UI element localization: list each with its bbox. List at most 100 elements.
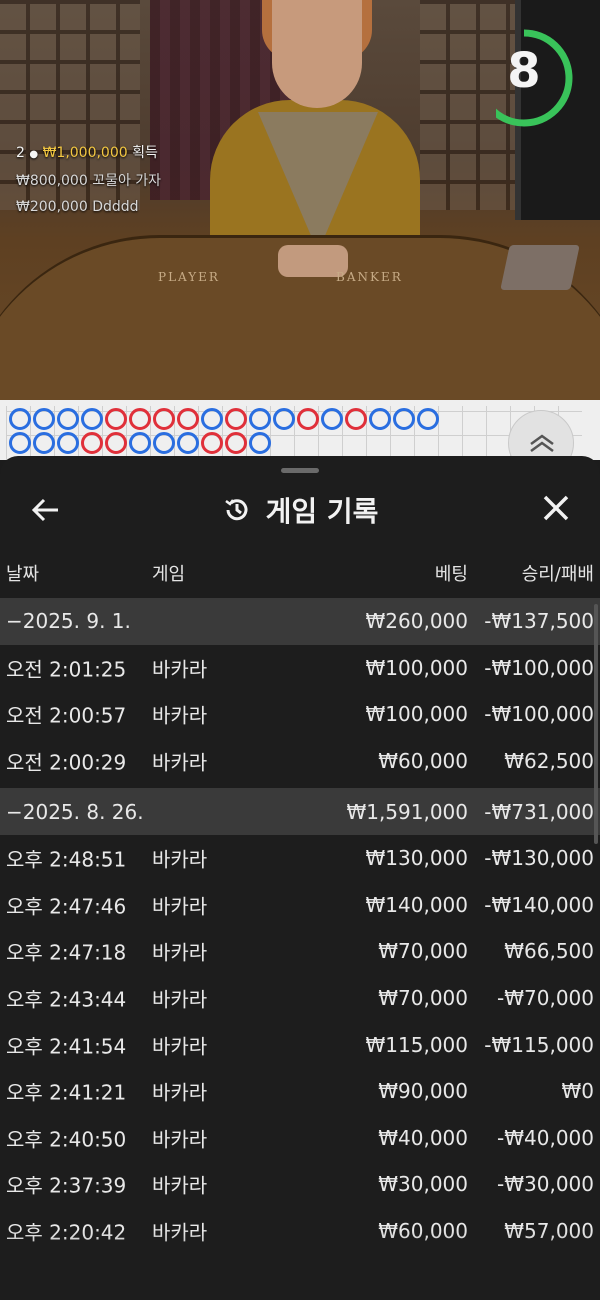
row-bet: ₩260,000 [365, 609, 468, 634]
row-result: ₩0 [561, 1079, 595, 1104]
row-bet: ₩70,000 [378, 939, 468, 964]
history-row[interactable]: 오후 2:41:54 바카라 ₩115,000 -₩115,000 [0, 1021, 600, 1068]
row-bet: ₩100,000 [365, 702, 468, 727]
player-bead [57, 408, 79, 430]
row-bet: ₩40,000 [378, 1125, 468, 1150]
row-result: -₩731,000 [484, 799, 594, 824]
row-result: -₩130,000 [484, 846, 594, 871]
row-date: 오후 2:47:18 [6, 940, 127, 965]
row-game: 바카라 [152, 750, 208, 775]
row-bet: ₩30,000 [378, 1172, 468, 1197]
timer-value: 8 [507, 43, 541, 99]
history-row[interactable]: 오후 2:41:21 바카라 ₩90,000 ₩0 [0, 1068, 600, 1115]
column-bet: 베팅 [434, 564, 468, 585]
row-game: 바카라 [152, 1034, 208, 1059]
player-bead [81, 408, 103, 430]
row-bet: ₩70,000 [378, 986, 468, 1011]
row-result: -₩40,000 [497, 1125, 594, 1150]
history-row[interactable]: 오후 2:48:51 바카라 ₩130,000 -₩130,000 [0, 835, 600, 882]
banker-bead [105, 408, 127, 430]
banker-bead [225, 432, 247, 454]
player-bead [273, 408, 295, 430]
column-game: 게임 [152, 564, 186, 585]
player-bead [153, 432, 175, 454]
close-button[interactable] [538, 490, 574, 526]
player-bead [417, 408, 439, 430]
row-result: -₩100,000 [484, 655, 594, 680]
row-bet: ₩100,000 [365, 655, 468, 680]
history-row[interactable]: 오후 2:47:46 바카라 ₩140,000 -₩140,000 [0, 882, 600, 929]
winner-rank: 2 [16, 145, 25, 161]
history-row[interactable]: 오후 2:40:50 바카라 ₩40,000 -₩40,000 [0, 1115, 600, 1162]
history-row[interactable]: 오후 2:20:42 바카라 ₩60,000 ₩57,000 [0, 1208, 600, 1255]
winner-amount: ₩200,000 [16, 199, 88, 215]
history-row[interactable]: 오후 2:43:44 바카라 ₩70,000 -₩70,000 [0, 975, 600, 1022]
sheet-drag-handle[interactable] [281, 468, 319, 473]
row-date: 오전 2:01:25 [6, 657, 127, 682]
winner-amount: ₩1,000,000 [42, 145, 128, 161]
sheet-title-text: 게임 기록 [265, 495, 379, 528]
history-row[interactable]: 오후 2:37:39 바카라 ₩30,000 -₩30,000 [0, 1161, 600, 1208]
row-result: ₩66,500 [504, 939, 594, 964]
player-bead [249, 432, 271, 454]
row-bet: ₩130,000 [365, 846, 468, 871]
row-bet: ₩140,000 [365, 892, 468, 917]
winner-name: Ddddd [92, 199, 139, 215]
banker-bead [177, 408, 199, 430]
scrollbar[interactable] [594, 604, 598, 844]
row-date: 오후 2:20:42 [6, 1220, 127, 1245]
winner-amount: ₩800,000 [16, 173, 88, 189]
player-label: PLAYER [158, 270, 220, 284]
winner-name: 꼬물아 가자 [92, 173, 162, 189]
row-result: -₩115,000 [484, 1032, 594, 1057]
row-bet: ₩90,000 [378, 1079, 468, 1104]
banker-bead [297, 408, 319, 430]
row-date: 오전 2:00:57 [6, 703, 127, 728]
player-bead [177, 432, 199, 454]
row-game: 바카라 [152, 987, 208, 1012]
winner-suffix: 획득 [132, 145, 158, 161]
card-shoe [500, 245, 580, 290]
chevron-up-icon [530, 434, 554, 453]
date-group-row[interactable]: −2025. 8. 26. ₩1,591,000 -₩731,000 [0, 788, 600, 835]
history-row[interactable]: 오전 2:00:29 바카라 ₩60,000 ₩62,500 [0, 738, 600, 785]
player-bead [369, 408, 391, 430]
history-row[interactable]: 오전 2:01:25 바카라 ₩100,000 -₩100,000 [0, 645, 600, 692]
banker-bead [81, 432, 103, 454]
player-bead [249, 408, 271, 430]
winner-row: ₩200,000 Ddddd [16, 194, 161, 220]
banker-bead [129, 408, 151, 430]
row-bet: ₩60,000 [378, 1219, 468, 1244]
row-game: 바카라 [152, 1127, 208, 1152]
row-result: -₩140,000 [484, 892, 594, 917]
row-game: 바카라 [152, 940, 208, 965]
player-bead [129, 432, 151, 454]
row-date: 오후 2:37:39 [6, 1173, 127, 1198]
row-date: −2025. 9. 1. [6, 609, 131, 634]
row-date: 오전 2:00:29 [6, 750, 127, 775]
row-result: -₩70,000 [497, 986, 594, 1011]
row-bet: ₩60,000 [378, 749, 468, 774]
row-date: 오후 2:47:46 [6, 894, 127, 919]
row-date: 오후 2:48:51 [6, 847, 127, 872]
player-bead [33, 432, 55, 454]
row-result: -₩100,000 [484, 702, 594, 727]
game-history-sheet: 게임 기록 날짜 게임 베팅 승리/패배 −2025. 9. 1. ₩260,00… [0, 456, 600, 1300]
date-group-row[interactable]: −2025. 9. 1. ₩260,000 -₩137,500 [0, 598, 600, 645]
history-list: −2025. 9. 1. ₩260,000 -₩137,500 오전 2:01:25 바… [0, 598, 600, 1254]
winner-row: 2 ● ₩1,000,000 획득 [16, 140, 161, 168]
row-game: 바카라 [152, 894, 208, 919]
column-date: 날짜 [6, 564, 40, 585]
column-headers: 날짜 게임 베팅 승리/패배 [0, 560, 600, 596]
history-row[interactable]: 오후 2:47:18 바카라 ₩70,000 ₩66,500 [0, 928, 600, 975]
history-row[interactable]: 오전 2:00:57 바카라 ₩100,000 -₩100,000 [0, 691, 600, 738]
row-date: 오후 2:40:50 [6, 1127, 127, 1152]
row-game: 바카라 [152, 703, 208, 728]
dealer-face [272, 0, 362, 108]
sheet-title: 게임 기록 [0, 490, 600, 530]
row-game: 바카라 [152, 847, 208, 872]
winners-list: 2 ● ₩1,000,000 획득 ₩800,000 꼬물아 가자 ₩200,0… [16, 140, 161, 220]
player-bead [321, 408, 343, 430]
row-date: 오후 2:41:21 [6, 1080, 127, 1105]
person-icon: ● [29, 149, 39, 160]
